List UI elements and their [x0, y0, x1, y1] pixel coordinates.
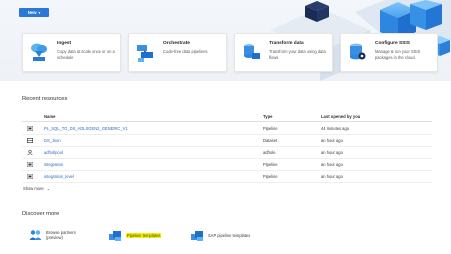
resource-type: Pipeline	[263, 174, 278, 179]
table-row[interactable]: PL_SQL_TO_DS_ADLSGEN2_GENERIC_V1 Pipelin…	[22, 123, 432, 135]
resource-name-link[interactable]: integration_level	[44, 174, 74, 179]
new-button[interactable]: New ▾	[19, 8, 49, 17]
resource-last-opened: an hour ago	[321, 174, 343, 179]
discover-more-title: Discover more	[22, 211, 60, 217]
browse-partners-item[interactable]: Browse partners (preview)	[29, 229, 76, 241]
resource-name-link[interactable]: integration	[44, 162, 63, 167]
resource-last-opened: an hour ago	[321, 162, 343, 167]
adf-home-page: New ▾ Ingest Copy data at scale once or …	[0, 0, 451, 254]
header-divider	[22, 121, 432, 122]
table-row[interactable]: integration Pipeline an hour ago	[22, 159, 432, 171]
pipeline-icon	[27, 162, 33, 167]
card-title: Ingest	[57, 41, 72, 46]
resource-last-opened: an hour ago	[321, 138, 343, 143]
resource-name-link[interactable]: PL_SQL_TO_DS_ADLSGEN2_GENERIC_V1	[44, 126, 128, 131]
browse-partners-sublabel: (preview)	[46, 235, 63, 240]
dataset-icon	[27, 138, 33, 143]
ingest-cloud-icon	[31, 43, 47, 61]
orchestrate-pipeline-icon	[137, 45, 153, 62]
new-button-label: New	[27, 10, 37, 15]
card-description: Transform your data using data flows	[269, 49, 326, 60]
resource-type: Pipeline	[263, 162, 278, 167]
chevron-down-icon: ⌄	[46, 186, 51, 191]
column-header-last-opened[interactable]: Last opened by you	[321, 114, 360, 119]
resource-type: adfrole	[263, 150, 276, 155]
card-title: Transform data	[269, 41, 304, 46]
transform-data-card[interactable]: Transform data Transform your data using…	[234, 33, 333, 72]
card-title: Configure SSIS	[375, 41, 410, 46]
resource-type: Dataset	[263, 138, 278, 143]
table-row[interactable]: adfrollpool adfrole an hour ago	[22, 147, 432, 159]
show-more-label: Show more	[23, 186, 44, 191]
ingest-card[interactable]: Ingest Copy data at scale once or on a s…	[22, 33, 121, 72]
pipeline-templates-item[interactable]: Pipeline templates	[109, 231, 162, 241]
resource-name-link[interactable]: adfrollpool	[44, 150, 63, 155]
column-header-type[interactable]: Type	[263, 114, 272, 119]
resource-type: Pipeline	[263, 126, 278, 131]
table-row[interactable]: integration_level Pipeline an hour ago	[22, 171, 432, 183]
pipeline-templates-label: Pipeline templates	[126, 233, 162, 239]
ssis-config-icon	[350, 43, 366, 60]
configure-ssis-card[interactable]: Configure SSIS Manage & run your SSIS pa…	[340, 33, 438, 72]
resource-last-opened: an hour ago	[321, 150, 343, 155]
pipeline-icon	[27, 174, 33, 179]
card-description: Copy data at scale once or on a schedule	[57, 49, 115, 60]
partners-icon	[29, 230, 42, 240]
card-description: Manage & run your SSIS packages in the c…	[375, 49, 421, 60]
card-title: Orchestrate	[163, 41, 190, 46]
sap-pipeline-templates-item[interactable]: SAP pipeline templates	[191, 231, 250, 241]
column-header-name[interactable]: Name	[44, 114, 55, 119]
card-description: Code-free data pipelines	[163, 49, 208, 54]
transform-data-icon	[244, 44, 260, 59]
orchestrate-card[interactable]: Orchestrate Code-free data pipelines	[128, 33, 227, 72]
pipeline-templates-icon	[109, 231, 121, 241]
resource-name-link[interactable]: DS_Json	[44, 138, 61, 143]
pipeline-icon	[27, 126, 33, 131]
sap-templates-icon	[191, 231, 203, 241]
chevron-down-icon: ▾	[38, 10, 41, 15]
table-row[interactable]: DS_Json Dataset an hour ago	[22, 135, 432, 147]
recent-resources-title: Recent resources	[22, 96, 68, 102]
show-more-link[interactable]: Show more ⌄	[23, 186, 50, 191]
role-icon	[27, 150, 33, 155]
sap-pipeline-templates-label: SAP pipeline templates	[208, 233, 251, 239]
resource-last-opened: 44 minutes ago	[321, 126, 349, 131]
